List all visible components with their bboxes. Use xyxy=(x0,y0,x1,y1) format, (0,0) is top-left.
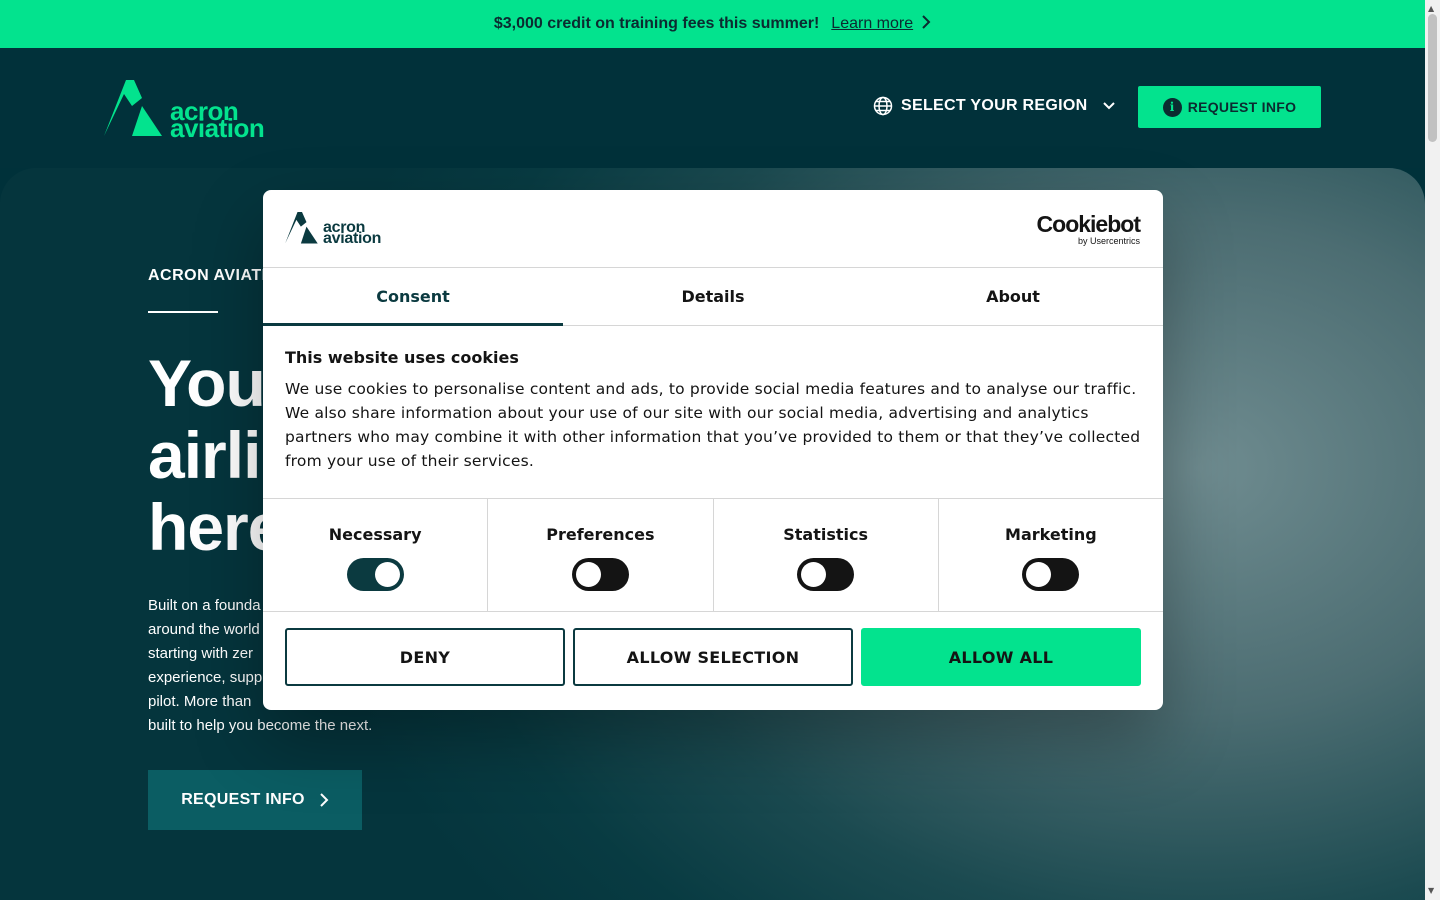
chevron-right-icon[interactable] xyxy=(921,14,931,34)
necessary-toggle[interactable] xyxy=(346,558,404,591)
request-info-label: REQUEST INFO xyxy=(1187,99,1297,115)
announcement-text: $3,000 credit on training fees this summ… xyxy=(493,15,820,32)
tab-consent[interactable]: Consent xyxy=(263,268,563,326)
request-info-button[interactable]: i REQUEST INFO xyxy=(1138,86,1321,128)
cookiebot-logo[interactable]: Cookiebot by Usercentrics xyxy=(1036,211,1141,246)
dialog-actions: DENY ALLOW SELECTION ALLOW ALL xyxy=(285,628,1141,686)
site-logo[interactable]: acron aviation xyxy=(104,80,265,143)
allow-all-button[interactable]: ALLOW ALL xyxy=(861,628,1141,686)
category-statistics: Statistics xyxy=(714,499,939,611)
deny-button[interactable]: DENY xyxy=(285,628,565,686)
hero-body-line: built to help you become the next. xyxy=(148,717,373,734)
marketing-toggle[interactable] xyxy=(1022,558,1080,591)
category-label: Marketing xyxy=(1005,525,1097,544)
region-selector[interactable]: SELECT YOUR REGION xyxy=(873,96,1117,116)
preferences-toggle[interactable] xyxy=(571,558,629,591)
hero-eyebrow: ACRON AVIATI xyxy=(148,267,267,284)
dialog-logo: acron aviation xyxy=(285,212,382,247)
toggle-knob xyxy=(801,562,827,587)
category-necessary: Necessary xyxy=(263,499,489,611)
toggle-knob xyxy=(374,562,400,587)
dialog-body: This website uses cookies We use cookies… xyxy=(285,348,1141,473)
toggle-knob xyxy=(1026,562,1052,587)
scroll-down-arrow-icon[interactable]: ▼ xyxy=(1428,886,1434,895)
category-marketing: Marketing xyxy=(939,499,1163,611)
chevron-down-icon xyxy=(1103,102,1116,110)
category-label: Necessary xyxy=(328,525,422,544)
acron-mark-icon xyxy=(285,212,318,244)
region-label: SELECT YOUR REGION xyxy=(901,97,1088,114)
allow-selection-button[interactable]: ALLOW SELECTION xyxy=(573,628,853,686)
hero-divider xyxy=(148,311,218,313)
scrollbar-thumb[interactable] xyxy=(1428,14,1437,142)
cookie-category-toggles: Necessary Preferences Statistics Marketi… xyxy=(263,498,1163,612)
category-preferences: Preferences xyxy=(488,499,714,611)
category-label: Preferences xyxy=(546,525,655,544)
hero-cta-label: REQUEST INFO xyxy=(181,791,305,808)
dialog-heading: This website uses cookies xyxy=(285,348,519,367)
category-label: Statistics xyxy=(783,525,868,544)
logo-line-2: aviation xyxy=(170,113,265,143)
cookiebot-sub: by Usercentrics xyxy=(1077,236,1140,246)
acron-mark-icon xyxy=(104,80,162,136)
hero-request-info-button[interactable]: REQUEST INFO xyxy=(148,770,362,830)
globe-icon xyxy=(873,96,893,116)
dialog-tabs: Consent Details About xyxy=(263,268,1163,326)
cookie-consent-dialog: acron aviation Cookiebot by Usercentrics… xyxy=(263,190,1163,710)
learn-more-link[interactable]: Learn more xyxy=(831,15,913,33)
statistics-toggle[interactable] xyxy=(797,558,855,591)
toggle-knob xyxy=(575,562,601,587)
announcement-bar: $3,000 credit on training fees this summ… xyxy=(0,0,1425,48)
dialog-header: acron aviation Cookiebot by Usercentrics xyxy=(263,190,1163,268)
cookiebot-name: Cookiebot xyxy=(1036,211,1141,237)
tab-details[interactable]: Details xyxy=(563,268,863,325)
info-icon: i xyxy=(1162,97,1182,117)
chevron-right-icon xyxy=(320,793,329,807)
scroll-up-arrow-icon[interactable]: ▲ xyxy=(1428,4,1434,13)
dialog-description: We use cookies to personalise content an… xyxy=(285,380,1141,470)
dialog-logo-line-2: aviation xyxy=(323,230,382,247)
tab-about[interactable]: About xyxy=(863,268,1163,325)
